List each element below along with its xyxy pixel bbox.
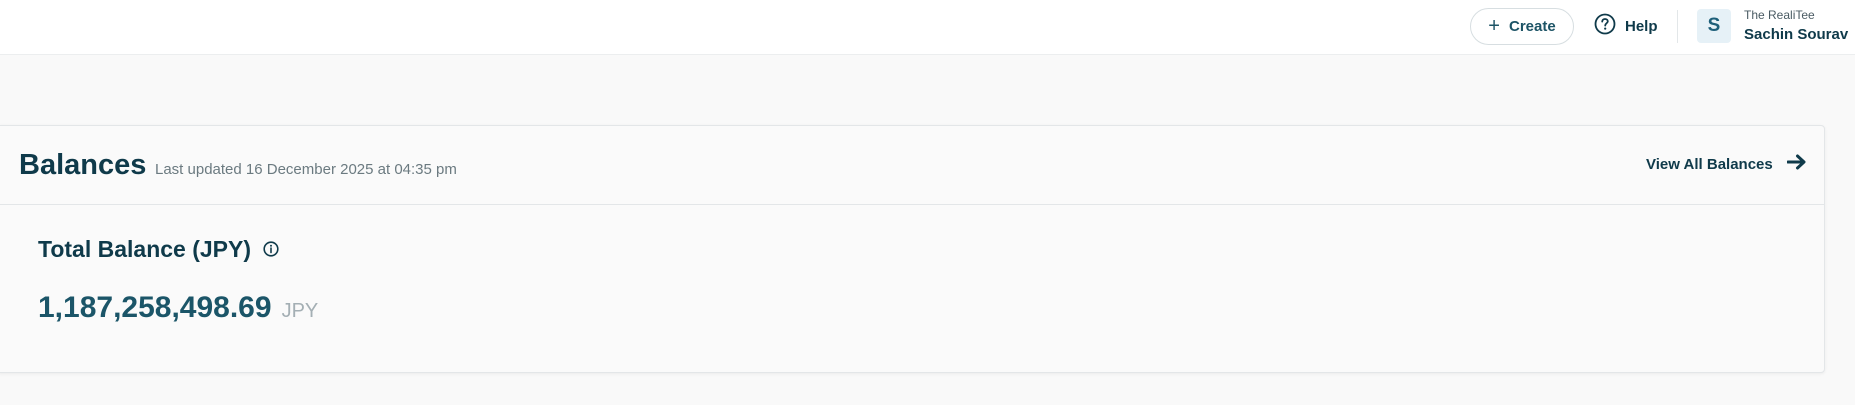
plus-icon: + [1488,14,1500,37]
total-balance-title: Total Balance (JPY) [38,236,252,262]
help-circle-icon [1594,13,1616,39]
total-balance-amount-row: 1,187,258,498.69 JPY [38,291,318,325]
org-name: The RealiTee [1744,8,1815,22]
arrow-right-icon [1786,154,1807,174]
avatar[interactable]: S [1697,9,1731,43]
view-all-balances-link[interactable]: View All Balances [1646,154,1807,174]
balances-card-header: Balances Last updated 16 December 2025 a… [0,126,1824,205]
top-bar: + Create Help S The RealiTee Sachin Sour… [0,0,1855,55]
page-title: Balances [19,149,147,181]
header-divider [1677,10,1678,43]
help-button[interactable]: Help [1594,13,1658,39]
currency-code: JPY [281,300,319,322]
total-balance-label: Total Balance (JPY) [38,236,279,263]
create-button-label: Create [1508,18,1556,35]
view-all-balances-label: View All Balances [1646,155,1773,173]
info-icon[interactable] [263,236,279,263]
last-updated-text: Last updated 16 December 2025 at 04:35 p… [155,161,457,178]
user-name[interactable]: Sachin Sourav [1744,26,1848,43]
total-balance-amount: 1,187,258,498.69 [38,291,272,324]
balances-card: Balances Last updated 16 December 2025 a… [0,125,1825,373]
help-button-label: Help [1625,17,1658,35]
create-button[interactable]: + Create [1470,8,1574,45]
